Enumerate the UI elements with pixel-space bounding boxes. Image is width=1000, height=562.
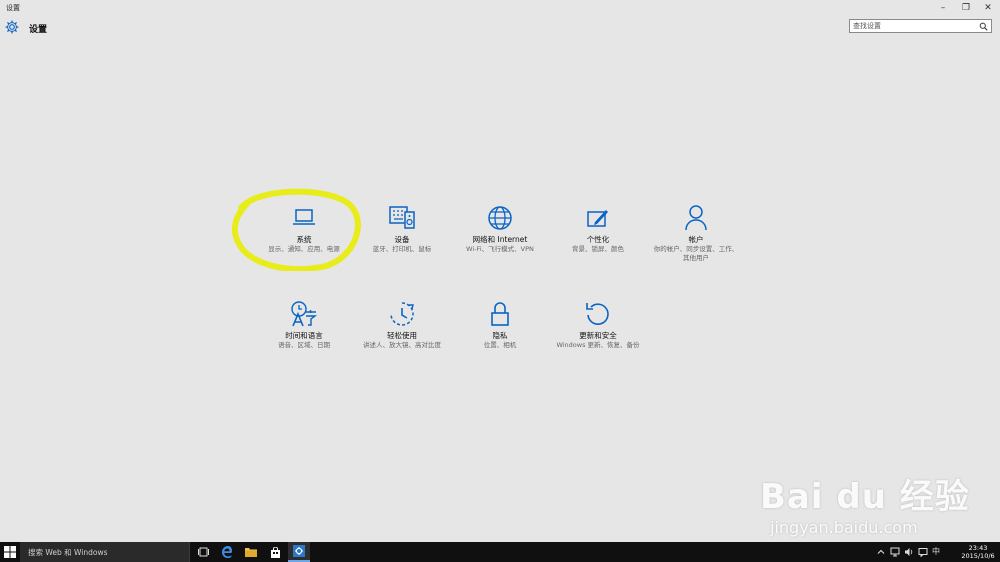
notification-icon[interactable] [918,547,928,557]
tile-accounts-name: 帐户 [688,235,704,244]
window-title: 设置 [6,4,20,12]
tile-network[interactable]: 网络和 Internet Wi-Fi、飞行模式、VPN [452,203,548,254]
maximize-button[interactable]: ❐ [955,1,977,15]
search-input[interactable] [853,21,973,31]
folder-icon [245,548,257,557]
tile-devices[interactable]: 设备 蓝牙、打印机、鼠标 [354,203,450,254]
taskbar: 搜索 Web 和 Windows 中 23:43 2015/10/6 [0,542,1000,562]
tile-update-security-desc: Windows 更新、恢复、备份 [556,341,640,349]
tile-update-security-name: 更新和安全 [579,331,617,340]
taskbar-clock[interactable]: 23:43 2015/10/6 [958,544,998,560]
refresh-icon [586,303,609,325]
tile-system-name: 系统 [296,235,312,244]
watermark-main: Bai du 经验 [760,477,970,517]
clock-date: 2015/10/6 [961,552,995,560]
tile-accounts-desc: 你的帐户、同步设置、工作、其他用户 [653,245,739,262]
paint-icon [587,210,608,227]
tile-ease-of-access-name: 轻松使用 [387,331,417,340]
tile-network-desc: Wi-Fi、飞行模式、VPN [466,245,534,253]
task-view-button[interactable] [192,542,214,562]
tile-update-security[interactable]: 更新和安全 Windows 更新、恢复、备份 [550,299,646,350]
tile-privacy-name: 隐私 [492,331,508,340]
tile-devices-name: 设备 [394,235,410,244]
tile-time-language[interactable]: 时间和语言 语音、区域、日期 [256,299,352,350]
file-explorer-button[interactable] [240,542,262,562]
taskbar-search[interactable]: 搜索 Web 和 Windows [20,542,190,562]
tile-time-language-name: 时间和语言 [285,331,323,340]
show-hidden-icons-icon[interactable] [876,547,886,557]
watermark-sub: jingyan.baidu.com [770,518,918,537]
tile-privacy-desc: 位置、相机 [483,341,517,349]
tile-accounts[interactable]: 帐户 你的帐户、同步设置、工作、其他用户 [648,203,744,263]
page-title: 设置 [29,25,48,35]
settings-taskbar-button[interactable] [288,542,310,562]
tile-privacy[interactable]: 隐私 位置、相机 [452,299,548,350]
lock-icon [491,302,509,326]
store-bag-icon [270,546,280,558]
clock-time: 23:43 [968,544,988,552]
laptop-icon [293,209,315,225]
gear-icon [5,20,19,34]
edge-button[interactable] [216,542,238,562]
ime-icon[interactable]: 中 [932,547,942,557]
search-icon[interactable] [979,22,988,31]
baidu-watermark: Bai du 经验 jingyan.baidu.com [760,455,990,545]
minimize-button[interactable]: – [932,1,954,15]
globe-icon [488,206,512,230]
search-box[interactable] [849,19,992,33]
settings-gear-icon [293,545,305,557]
close-button[interactable]: ✕ [977,1,999,15]
store-button[interactable] [264,542,286,562]
title-bar: 设置 – ❐ ✕ [0,0,1000,16]
tile-system-desc: 显示、通知、应用、电源 [268,245,340,253]
taskbar-search-text: 搜索 Web 和 Windows [28,548,108,557]
task-view-icon [197,547,209,557]
tile-personalization-name: 个性化 [586,235,610,244]
tile-ease-of-access[interactable]: 轻松使用 讲述人、放大镜、高对比度 [354,299,450,350]
network-icon[interactable] [890,547,900,557]
ease-clock-icon [390,302,414,326]
tile-devices-desc: 蓝牙、打印机、鼠标 [372,245,432,253]
tile-time-language-desc: 语音、区域、日期 [278,341,330,349]
tile-system[interactable]: 系统 显示、通知、应用、电源 [256,203,352,254]
edge-icon [222,546,232,558]
language-icon [291,301,318,327]
person-icon [685,205,707,231]
tile-network-name: 网络和 Internet [472,235,528,244]
keyboard-speaker-icon [389,206,415,229]
tile-personalization[interactable]: 个性化 背景、锁屏、颜色 [550,203,646,254]
volume-icon[interactable] [904,547,914,557]
tile-personalization-desc: 背景、锁屏、颜色 [572,245,624,253]
windows-start-icon[interactable] [4,546,16,558]
tile-ease-of-access-desc: 讲述人、放大镜、高对比度 [363,341,441,349]
